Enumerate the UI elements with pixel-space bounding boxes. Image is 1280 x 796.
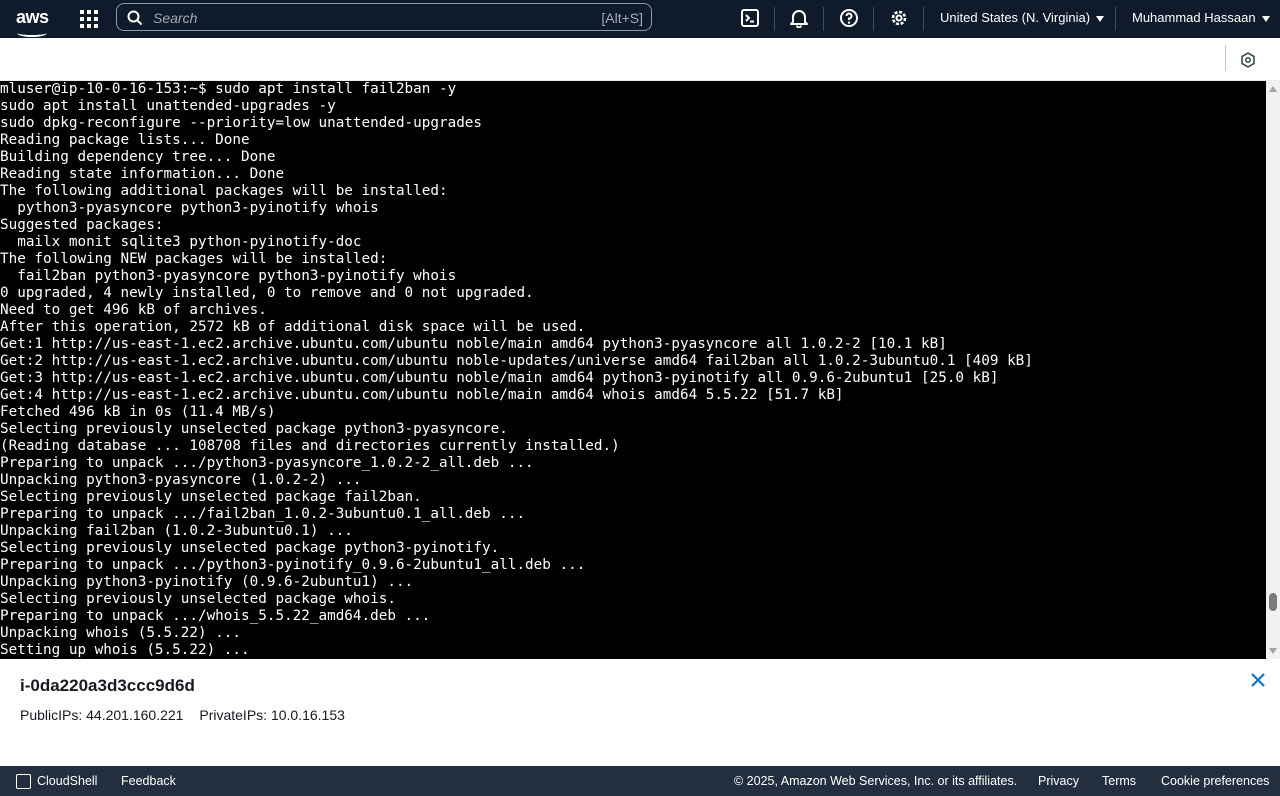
terminal-line: Reading state information... Done xyxy=(0,166,285,182)
nav-divider xyxy=(1115,7,1116,31)
region-selector[interactable]: United States (N. Virginia) xyxy=(940,10,1105,25)
terminal-line: Preparing to unpack .../python3-pyasynco… xyxy=(0,455,534,471)
cloudshell-icon[interactable] xyxy=(740,8,760,28)
terminal-line: sudo dpkg-reconfigure --priority=low una… xyxy=(0,115,483,131)
terminal-line: mluser@ip-10-0-16-153:~$ sudo apt instal… xyxy=(0,81,457,97)
terminal-line: Fetched 496 kB in 0s (11.4 MB/s) xyxy=(0,404,276,420)
account-menu[interactable]: Muhammad Hassaan xyxy=(1132,10,1270,25)
terminal-line: After this operation, 2572 kB of additio… xyxy=(0,319,586,335)
cloudshell-footer-icon[interactable] xyxy=(16,774,31,789)
terminal-line: Selecting previously unselected package … xyxy=(0,421,508,437)
session-settings-icon[interactable] xyxy=(1240,52,1256,68)
help-icon[interactable] xyxy=(839,8,859,28)
search-shortcut: [Alt+S] xyxy=(601,10,643,26)
user-name: Muhammad Hassaan xyxy=(1132,10,1256,25)
terminal-line: Selecting previously unselected package … xyxy=(0,489,422,505)
terminal-line: The following additional packages will b… xyxy=(0,183,448,199)
terminal-line: Selecting previously unselected package … xyxy=(0,591,396,607)
terminal-line: mailx monit sqlite3 python-pyinotify-doc xyxy=(0,234,362,250)
gear-icon[interactable] xyxy=(889,8,909,28)
terminal-line: Suggested packages: xyxy=(0,217,164,233)
chevron-down-icon xyxy=(1261,15,1270,22)
terminal-line: Preparing to unpack .../fail2ban_1.0.2-3… xyxy=(0,506,526,522)
private-ips: PrivateIPs: 10.0.16.153 xyxy=(199,707,345,723)
terminal-line: Unpacking python3-pyinotify (0.9.6-2ubun… xyxy=(0,574,414,590)
region-label: United States (N. Virginia) xyxy=(940,10,1091,25)
nav-divider xyxy=(923,7,924,31)
search-placeholder[interactable]: Search xyxy=(153,10,197,26)
top-navigation-bar: aws Search [Alt+S] United States (N. Vir… xyxy=(0,0,1280,38)
feedback-link[interactable]: Feedback xyxy=(121,774,176,788)
nav-divider xyxy=(774,7,775,31)
terms-link[interactable]: Terms xyxy=(1102,774,1136,788)
search-icon xyxy=(127,10,143,26)
terminal-line: Preparing to unpack .../whois_5.5.22_amd… xyxy=(0,608,431,624)
aws-logo-smile xyxy=(17,29,47,37)
nav-divider xyxy=(823,7,824,31)
session-toolbar xyxy=(0,38,1280,81)
terminal-line: Get:3 http://us-east-1.ec2.archive.ubunt… xyxy=(0,370,999,386)
privacy-link[interactable]: Privacy xyxy=(1038,774,1079,788)
terminal-line: Unpacking python3-pyasyncore (1.0.2-2) .… xyxy=(0,472,362,488)
instance-details-panel: i-0da220a3d3ccc9d6d PublicIPs: 44.201.16… xyxy=(0,659,1280,766)
scroll-down-arrow-icon[interactable] xyxy=(1269,648,1277,654)
close-icon[interactable] xyxy=(1249,671,1267,689)
terminal-line: (Reading database ... 108708 files and d… xyxy=(0,438,620,454)
terminal-line: Get:4 http://us-east-1.ec2.archive.ubunt… xyxy=(0,387,844,403)
terminal-line: Need to get 496 kB of archives. xyxy=(0,302,267,318)
aws-logo-text: aws xyxy=(16,7,49,27)
terminal-line: Get:2 http://us-east-1.ec2.archive.ubunt… xyxy=(0,353,1033,369)
terminal-line: sudo apt install unattended-upgrades -y xyxy=(0,98,336,114)
terminal-line: The following NEW packages will be insta… xyxy=(0,251,388,267)
terminal-line: Get:1 http://us-east-1.ec2.archive.ubunt… xyxy=(0,336,947,352)
services-grid-icon[interactable] xyxy=(80,10,98,28)
cloudshell-link[interactable]: CloudShell xyxy=(37,774,97,788)
cookie-preferences-link[interactable]: Cookie preferences xyxy=(1161,774,1269,788)
terminal-line: Unpacking fail2ban (1.0.2-3ubuntu0.1) ..… xyxy=(0,523,353,539)
console-footer: CloudShell Feedback © 2025, Amazon Web S… xyxy=(0,766,1280,796)
terminal-line: Preparing to unpack .../python3-pyinotif… xyxy=(0,557,586,573)
instance-id: i-0da220a3d3ccc9d6d xyxy=(20,676,195,695)
search-box[interactable]: Search [Alt+S] xyxy=(116,3,652,31)
terminal-line: fail2ban python3-pyasyncore python3-pyin… xyxy=(0,268,457,284)
copyright-text: © 2025, Amazon Web Services, Inc. or its… xyxy=(734,774,1018,788)
public-ips: PublicIPs: 44.201.160.221 xyxy=(20,707,184,723)
terminal-line: python3-pyasyncore python3-pyinotify who… xyxy=(0,200,379,216)
terminal-line: Setting up whois (5.5.22) ... xyxy=(0,642,250,658)
terminal-line: Building dependency tree... Done xyxy=(0,149,276,165)
terminal-scrollbar[interactable] xyxy=(1266,81,1280,659)
chevron-down-icon xyxy=(1096,15,1105,22)
terminal-line: 0 upgraded, 4 newly installed, 0 to remo… xyxy=(0,285,534,301)
instance-ips: PublicIPs: 44.201.160.221 PrivateIPs: 10… xyxy=(20,707,357,723)
terminal-line: Selecting previously unselected package … xyxy=(0,540,500,556)
terminal-line: Reading package lists... Done xyxy=(0,132,250,148)
scrollbar-thumb[interactable] xyxy=(1269,593,1277,611)
scroll-up-arrow-icon[interactable] xyxy=(1269,86,1277,92)
aws-logo[interactable]: aws xyxy=(16,7,49,37)
terminal-output[interactable]: mluser@ip-10-0-16-153:~$ sudo apt instal… xyxy=(0,81,1266,659)
nav-divider xyxy=(873,7,874,31)
bell-icon[interactable] xyxy=(789,8,809,28)
terminal-line: Unpacking whois (5.5.22) ... xyxy=(0,625,242,641)
toolbar-divider xyxy=(1225,45,1226,71)
